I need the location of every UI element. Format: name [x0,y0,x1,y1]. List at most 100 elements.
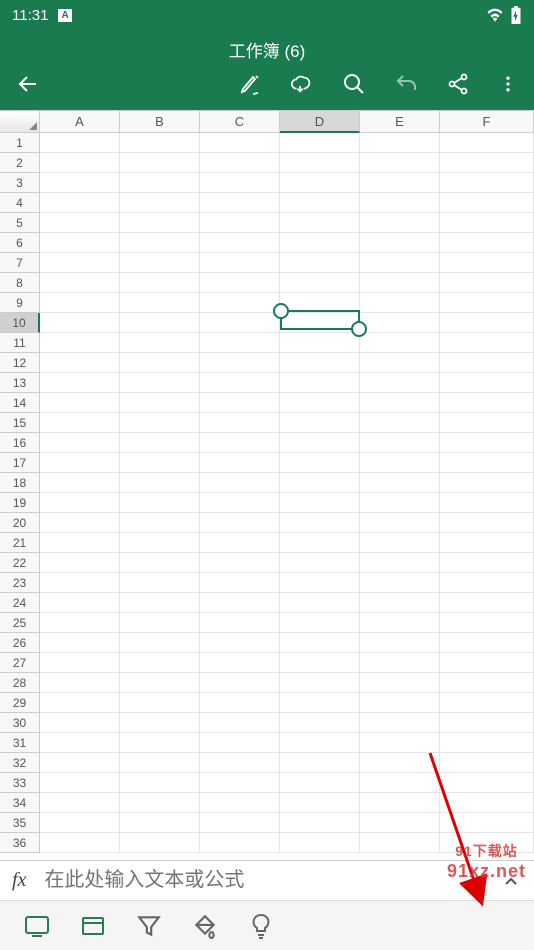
cell[interactable] [360,373,440,393]
row-header-35[interactable]: 35 [0,813,40,833]
cell[interactable] [280,233,360,253]
cell[interactable] [280,173,360,193]
cell[interactable] [360,713,440,733]
cell[interactable] [360,413,440,433]
row-header-32[interactable]: 32 [0,753,40,773]
column-header-D[interactable]: D [280,111,360,133]
cell[interactable] [40,593,120,613]
cell[interactable] [280,573,360,593]
row-header-2[interactable]: 2 [0,153,40,173]
cell[interactable] [360,393,440,413]
pen-icon[interactable] [238,72,262,96]
cell[interactable] [200,353,280,373]
cell[interactable] [360,353,440,373]
cell[interactable] [200,693,280,713]
cell[interactable] [280,293,360,313]
cell[interactable] [40,233,120,253]
cell[interactable] [200,133,280,153]
cell[interactable] [280,193,360,213]
cell[interactable] [40,333,120,353]
cell[interactable] [280,713,360,733]
cloud-save-icon[interactable] [290,72,314,96]
column-header-A[interactable]: A [40,111,120,133]
cell[interactable] [360,553,440,573]
cell[interactable] [440,593,534,613]
cell[interactable] [40,373,120,393]
cell[interactable] [200,453,280,473]
row-header-33[interactable]: 33 [0,773,40,793]
column-header-E[interactable]: E [360,111,440,133]
cell[interactable] [120,573,200,593]
cell[interactable] [440,673,534,693]
row-header-16[interactable]: 16 [0,433,40,453]
cell[interactable] [40,473,120,493]
cell[interactable] [200,633,280,653]
cell[interactable] [40,453,120,473]
cell[interactable] [120,313,200,333]
cell[interactable] [120,733,200,753]
column-header-B[interactable]: B [120,111,200,133]
cell[interactable] [280,753,360,773]
cell[interactable] [120,653,200,673]
cell[interactable] [280,353,360,373]
cell[interactable] [280,513,360,533]
cell[interactable] [120,413,200,433]
cell[interactable] [200,553,280,573]
cell[interactable] [200,793,280,813]
cell[interactable] [120,393,200,413]
cell[interactable] [360,693,440,713]
cell[interactable] [200,153,280,173]
cell[interactable] [40,833,120,853]
cell[interactable] [280,673,360,693]
cell[interactable] [360,593,440,613]
cell[interactable] [120,513,200,533]
cell[interactable] [440,373,534,393]
cell[interactable] [120,493,200,513]
cell[interactable] [280,313,360,333]
more-icon[interactable] [498,72,518,96]
cell[interactable] [280,493,360,513]
cell[interactable] [280,533,360,553]
cell[interactable] [360,453,440,473]
cell[interactable] [120,133,200,153]
cell[interactable] [200,813,280,833]
cell[interactable] [360,613,440,633]
cell[interactable] [360,753,440,773]
cell[interactable] [120,633,200,653]
cell[interactable] [440,773,534,793]
cell[interactable] [200,653,280,673]
cell[interactable] [280,153,360,173]
cell[interactable] [120,833,200,853]
row-header-12[interactable]: 12 [0,353,40,373]
cell[interactable] [280,133,360,153]
cell[interactable] [200,473,280,493]
cell[interactable] [440,433,534,453]
cell[interactable] [120,773,200,793]
row-header-25[interactable]: 25 [0,613,40,633]
row-header-3[interactable]: 3 [0,173,40,193]
cell[interactable] [120,213,200,233]
cell[interactable] [440,533,534,553]
cell[interactable] [440,573,534,593]
cell[interactable] [40,353,120,373]
cell[interactable] [440,453,534,473]
row-header-5[interactable]: 5 [0,213,40,233]
cell[interactable] [440,353,534,373]
cell[interactable] [40,553,120,573]
cell[interactable] [120,553,200,573]
row-header-14[interactable]: 14 [0,393,40,413]
cell[interactable] [440,333,534,353]
cell[interactable] [440,213,534,233]
cell[interactable] [440,753,534,773]
row-header-30[interactable]: 30 [0,713,40,733]
cell[interactable] [440,513,534,533]
row-header-34[interactable]: 34 [0,793,40,813]
cell[interactable] [200,573,280,593]
cell[interactable] [200,833,280,853]
cell[interactable] [200,753,280,773]
cell[interactable] [440,553,534,573]
cell[interactable] [200,413,280,433]
cell[interactable] [40,653,120,673]
cell[interactable] [40,693,120,713]
cell[interactable] [40,753,120,773]
